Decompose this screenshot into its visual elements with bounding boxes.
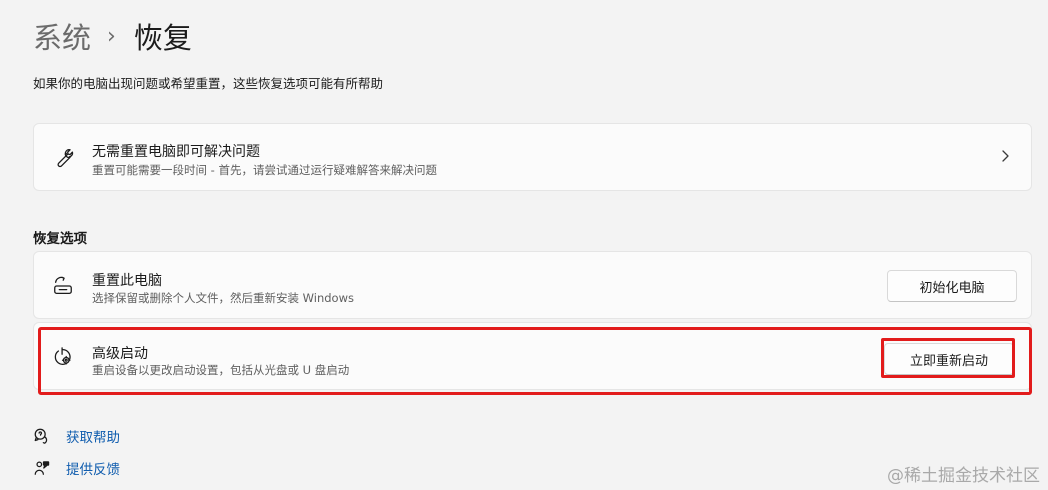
section-title-recovery-options: 恢复选项 bbox=[33, 231, 87, 247]
reset-pc-title: 重置此电脑 bbox=[92, 273, 162, 289]
reset-pc-description: 选择保留或删除个人文件，然后重新安装 Windows bbox=[92, 291, 354, 305]
get-help-link-row[interactable]: 获取帮助 bbox=[33, 426, 120, 446]
reset-pc-card: 重置此电脑 选择保留或删除个人文件，然后重新安装 Windows 初始化电脑 bbox=[33, 251, 1032, 319]
reset-pc-icon bbox=[51, 274, 75, 298]
troubleshoot-card[interactable]: 无需重置电脑即可解决问题 重置可能需要一段时间 - 首先，请尝试通过运行疑难解答… bbox=[33, 123, 1032, 191]
breadcrumb: 系统 › 恢复 bbox=[33, 14, 192, 58]
advanced-startup-description: 重启设备以更改启动设置，包括从光盘或 U 盘启动 bbox=[92, 363, 350, 377]
feedback-link[interactable]: 提供反馈 bbox=[66, 458, 120, 478]
chevron-right-icon bbox=[997, 148, 1013, 164]
page-subtitle: 如果你的电脑出现问题或希望重置，这些恢复选项可能有所帮助 bbox=[33, 76, 384, 91]
feedback-link-row[interactable]: 提供反馈 bbox=[33, 458, 120, 478]
troubleshoot-title: 无需重置电脑即可解决问题 bbox=[92, 144, 260, 160]
restart-now-button[interactable]: 立即重新启动 bbox=[884, 343, 1014, 375]
get-help-link[interactable]: 获取帮助 bbox=[66, 426, 120, 446]
feedback-icon bbox=[33, 459, 51, 477]
breadcrumb-parent-system[interactable]: 系统 bbox=[33, 15, 91, 57]
advanced-startup-title: 高级启动 bbox=[92, 346, 148, 362]
troubleshoot-description: 重置可能需要一段时间 - 首先，请尝试通过运行疑难解答来解决问题 bbox=[92, 163, 437, 177]
help-chat-icon bbox=[33, 427, 51, 445]
reset-pc-button[interactable]: 初始化电脑 bbox=[887, 270, 1017, 302]
watermark: @稀土掘金技术社区 bbox=[887, 466, 1040, 486]
breadcrumb-separator: › bbox=[107, 23, 116, 49]
page-title: 恢复 bbox=[133, 21, 192, 55]
wrench-icon bbox=[51, 146, 75, 170]
advanced-startup-icon bbox=[51, 345, 75, 369]
advanced-startup-card: 高级启动 重启设备以更改启动设置，包括从光盘或 U 盘启动 立即重新启动 bbox=[33, 322, 1032, 390]
